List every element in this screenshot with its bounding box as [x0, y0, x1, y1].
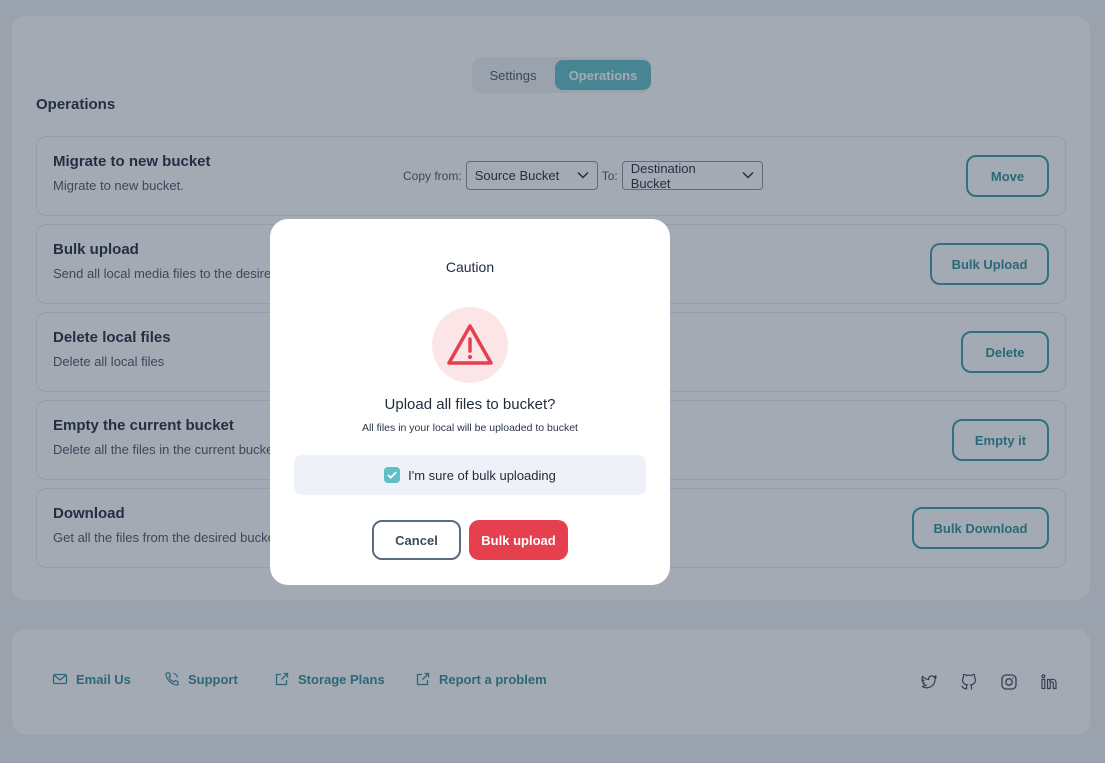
check-icon	[387, 471, 397, 479]
bulk-upload-confirm-button[interactable]: Bulk upload	[469, 520, 568, 560]
dialog-title: Caution	[445, 259, 495, 275]
confirm-checkbox-row[interactable]: I'm sure of bulk uploading	[294, 455, 646, 495]
caution-dialog: Caution Upload all files to bucket? All …	[270, 219, 670, 585]
warning-triangle-icon	[447, 324, 493, 365]
dialog-subtext: All files in your local will be uploaded…	[362, 422, 578, 434]
cancel-button[interactable]: Cancel	[372, 520, 461, 560]
confirm-checkbox-label: I'm sure of bulk uploading	[408, 467, 556, 483]
dialog-question: Upload all files to bucket?	[384, 396, 556, 413]
confirm-checkbox[interactable]	[384, 467, 401, 483]
warning-badge	[432, 307, 508, 383]
